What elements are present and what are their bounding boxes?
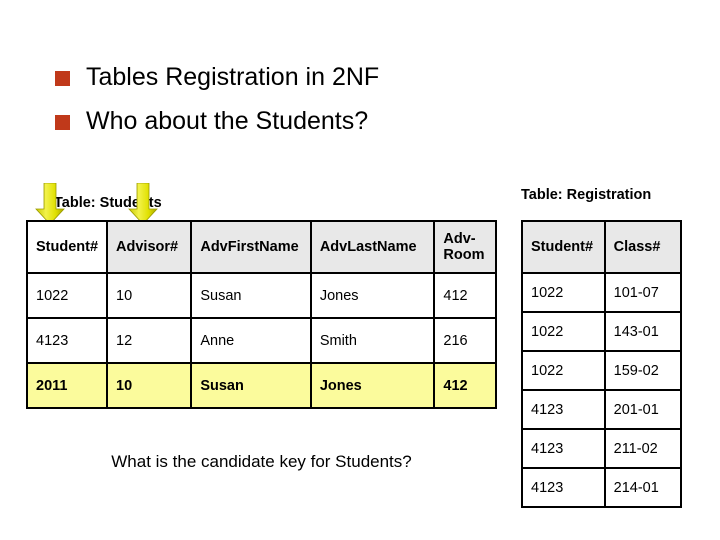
table-row: 1022 159-02 (521, 350, 683, 391)
cell-student-number: 1022 (25, 272, 109, 319)
column-header-advisor-number: Advisor# (106, 220, 193, 274)
cell-adv-first-name: Susan (190, 362, 312, 409)
cell-adv-first-name: Anne (190, 317, 312, 364)
column-header-adv-first-name: AdvFirstName (190, 220, 312, 274)
bullet-item-2-label: Who about the Students? (86, 106, 369, 135)
bullet-list: Tables Registration in 2NF Who about the… (55, 55, 655, 143)
registration-table: Student# Class# 1022 101-07 1022 143-01 … (521, 220, 683, 508)
square-bullet-icon (55, 70, 70, 86)
table-row: 1022 10 Susan Jones 412 (25, 272, 497, 319)
column-header-adv-last-name: AdvLastName (309, 220, 436, 274)
table-row: 4123 211-02 (521, 428, 683, 469)
square-bullet-icon (55, 114, 70, 130)
cell-class-number: 159-02 (603, 350, 683, 391)
cell-student-number: 4123 (521, 428, 606, 469)
column-header-class-number: Class# (603, 220, 683, 274)
cell-student-number: 1022 (521, 311, 606, 352)
cell-adv-last-name: Jones (309, 272, 436, 319)
table-row: 1022 101-07 (521, 272, 683, 313)
table-row: 4123 214-01 (521, 467, 683, 508)
cell-class-number: 143-01 (603, 311, 683, 352)
table-header-row: Student# Class# (521, 220, 683, 274)
cell-student-number: 4123 (521, 389, 606, 430)
column-header-adv-room: Adv-Room (433, 220, 497, 274)
column-header-student-number: Student# (25, 220, 109, 274)
cell-student-number: 1022 (521, 272, 606, 313)
students-table: Student# Advisor# AdvFirstName AdvLastNa… (25, 220, 497, 409)
down-arrow-icon (35, 183, 65, 225)
question-text: What is the candidate key for Students? (111, 452, 412, 471)
table-row-highlighted: 2011 10 Susan Jones 412 (25, 362, 497, 409)
cell-adv-room: 216 (433, 317, 497, 364)
cell-class-number: 214-01 (603, 467, 683, 508)
cell-student-number: 2011 (25, 362, 109, 409)
cell-student-number: 4123 (25, 317, 109, 364)
cell-advisor-number: 12 (106, 317, 193, 364)
cell-student-number: 4123 (521, 467, 606, 508)
table-row: 1022 143-01 (521, 311, 683, 352)
cell-adv-room: 412 (433, 272, 497, 319)
cell-adv-last-name: Smith (309, 317, 436, 364)
cell-class-number: 101-07 (603, 272, 683, 313)
cell-student-number: 1022 (521, 350, 606, 391)
cell-class-number: 211-02 (603, 428, 683, 469)
down-arrow-icon (128, 183, 158, 225)
cell-advisor-number: 10 (106, 362, 193, 409)
registration-table-caption: Table: Registration (521, 187, 652, 203)
bullet-item-1-label: Tables Registration in 2NF (86, 62, 380, 91)
cell-adv-last-name: Jones (309, 362, 436, 409)
table-row: 4123 12 Anne Smith 216 (25, 317, 497, 364)
table-row: 4123 201-01 (521, 389, 683, 430)
table-header-row: Student# Advisor# AdvFirstName AdvLastNa… (25, 220, 497, 274)
cell-advisor-number: 10 (106, 272, 193, 319)
bullet-item-2: Who about the Students? (55, 99, 655, 143)
cell-class-number: 201-01 (603, 389, 683, 430)
bullet-item-1: Tables Registration in 2NF (55, 55, 655, 99)
cell-adv-first-name: Susan (190, 272, 312, 319)
column-header-student-number: Student# (521, 220, 606, 274)
cell-adv-room: 412 (433, 362, 497, 409)
